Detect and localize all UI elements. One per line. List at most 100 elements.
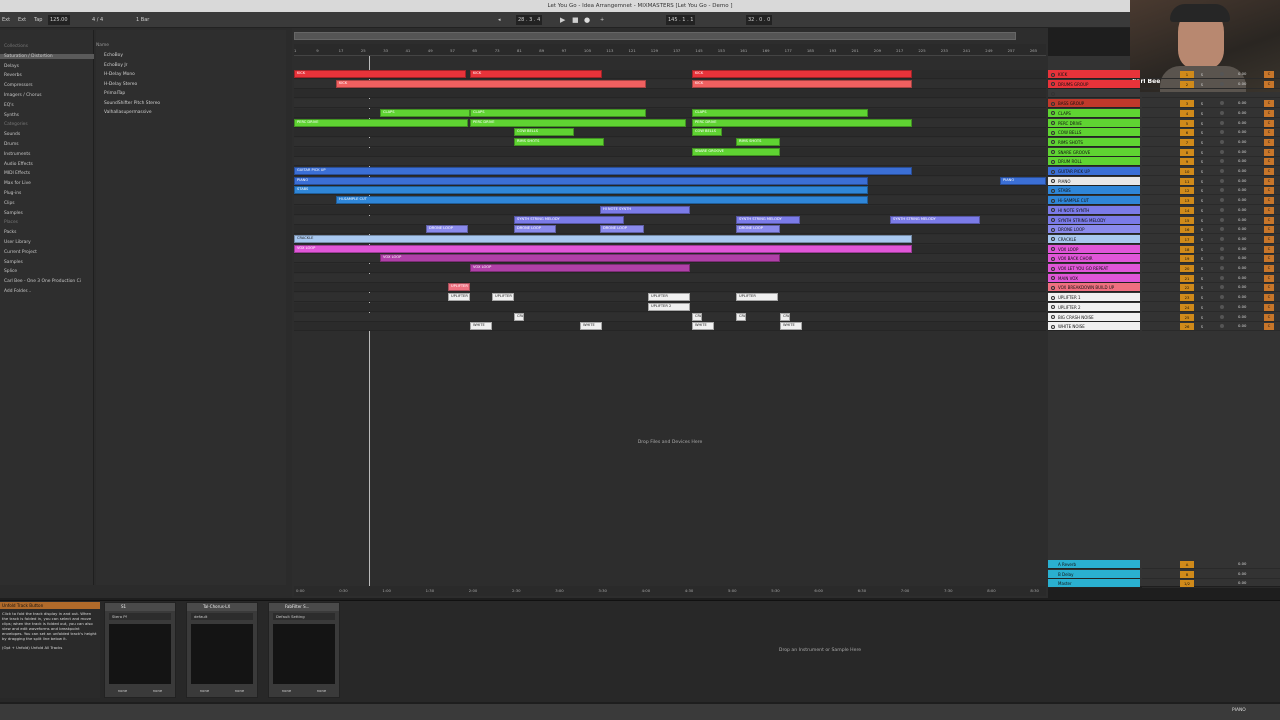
browser-category[interactable]: Delays <box>4 64 19 69</box>
volume-field[interactable]: 0.00 <box>1238 323 1246 328</box>
ext-sync-button[interactable]: Ext <box>2 15 10 25</box>
unfold-track-icon[interactable] <box>1051 82 1055 87</box>
track-activator-button[interactable]: 17 <box>1180 235 1194 243</box>
arm-record-icon[interactable] <box>1220 295 1224 300</box>
arm-record-icon[interactable] <box>1220 72 1224 76</box>
arrangement-clip[interactable]: CRASH <box>692 312 702 321</box>
unfold-track-icon[interactable] <box>1051 256 1055 261</box>
track-activator-button[interactable]: 5 <box>1180 119 1194 127</box>
arrangement-clip[interactable]: RIMS SHOTS <box>514 137 604 146</box>
pan-knob[interactable]: C <box>1264 274 1274 282</box>
tempo-field[interactable]: 125.00 <box>48 15 70 25</box>
arrangement-clip[interactable]: RIMS SHOTS <box>736 137 780 146</box>
arrangement-clip[interactable]: VOX LOOP <box>380 254 780 263</box>
track-header[interactable] <box>1048 89 1140 99</box>
arrangement-clip[interactable]: UPLIFTER <box>492 293 514 302</box>
unfold-track-icon[interactable] <box>1051 159 1055 164</box>
browser-category[interactable]: Samples <box>4 211 23 216</box>
track-activator-button[interactable]: 20 <box>1180 265 1194 272</box>
arrangement-clip[interactable]: WHITE <box>470 322 492 331</box>
browser-category[interactable]: Sounds <box>4 132 20 137</box>
unfold-track-icon[interactable] <box>1051 295 1055 300</box>
arm-record-icon[interactable] <box>1220 285 1224 290</box>
solo-button[interactable]: S <box>1198 120 1206 127</box>
browser-category[interactable]: Plug-ins <box>4 191 21 196</box>
track-header[interactable]: SNARE GROOVE <box>1048 147 1140 157</box>
pan-knob[interactable]: C <box>1264 197 1274 205</box>
volume-field[interactable]: 0.00 <box>1238 571 1246 576</box>
track-header[interactable]: Hi-SAMPLE CUT <box>1048 196 1140 206</box>
return-activator-button[interactable]: A <box>1180 561 1194 568</box>
arm-record-icon[interactable] <box>1220 149 1224 154</box>
track-activator-button[interactable]: 15 <box>1180 216 1194 224</box>
track-header[interactable]: DRUM ROLL <box>1048 157 1140 167</box>
arm-record-icon[interactable] <box>1220 217 1224 222</box>
volume-field[interactable]: 0.00 <box>1238 207 1246 212</box>
pan-knob[interactable]: C <box>1264 245 1274 253</box>
pan-knob[interactable]: C <box>1264 100 1274 108</box>
browser-category[interactable]: User Library <box>4 240 31 245</box>
pan-knob[interactable]: C <box>1264 313 1274 321</box>
unfold-track-icon[interactable] <box>1051 198 1055 203</box>
pan-knob[interactable]: C <box>1264 138 1274 146</box>
device-title[interactable]: FabFilter S... <box>269 603 339 611</box>
macro-select-2[interactable]: none <box>317 688 326 693</box>
ext-label[interactable]: Ext <box>18 15 26 25</box>
track-activator-button[interactable]: 24 <box>1180 303 1194 311</box>
arrangement-clip[interactable]: DRONE LOOP <box>600 225 644 234</box>
unfold-track-icon[interactable] <box>1051 188 1055 193</box>
track-header[interactable]: PERC DRIVE <box>1048 118 1140 128</box>
pan-knob[interactable]: C <box>1264 265 1274 272</box>
browser-category[interactable]: Reverbs <box>4 73 22 78</box>
volume-field[interactable]: 0.00 <box>1238 158 1246 163</box>
track-header[interactable]: MAIN VOX <box>1048 273 1140 283</box>
unfold-track-icon[interactable] <box>1051 305 1055 310</box>
track-header[interactable]: WHITE NOISE <box>1048 322 1140 332</box>
unfold-track-icon[interactable] <box>1051 130 1055 135</box>
arrangement-clip[interactable]: KICK <box>692 79 912 88</box>
pan-knob[interactable]: C <box>1264 323 1274 331</box>
track-activator-button[interactable]: 14 <box>1180 206 1194 214</box>
device-3[interactable]: FabFilter S... Default Setting none none <box>268 602 340 698</box>
unfold-track-icon[interactable] <box>1051 169 1055 174</box>
solo-button[interactable]: S <box>1198 236 1206 243</box>
browser-file-item[interactable]: PrimalTap <box>104 91 125 96</box>
device-title[interactable]: Tal-Chorus-LX <box>187 603 257 611</box>
overdub-icon[interactable]: + <box>600 15 604 25</box>
track-header[interactable]: VOX LOOP <box>1048 244 1140 254</box>
track-activator-button[interactable]: 6 <box>1180 129 1194 137</box>
unfold-track-icon[interactable] <box>1051 150 1055 155</box>
volume-field[interactable]: 0.00 <box>1238 149 1246 154</box>
solo-button[interactable]: S <box>1198 187 1206 194</box>
solo-button[interactable]: S <box>1198 178 1206 185</box>
browser-category[interactable]: Current Project <box>4 250 37 255</box>
browser-file-item[interactable]: SoundShifter Pitch Stereo <box>104 101 160 106</box>
track-header[interactable]: KICK <box>1048 70 1140 79</box>
track-activator-button[interactable]: 10 <box>1180 168 1194 175</box>
track-activator-button[interactable]: 11 <box>1180 177 1194 185</box>
arrangement-clip[interactable]: DRONE LOOP <box>514 225 556 234</box>
browser-category[interactable]: Add Folder... <box>4 289 31 294</box>
arrangement-clip[interactable]: PERC DRIVE <box>470 118 686 127</box>
arm-record-icon[interactable] <box>1220 236 1224 241</box>
browser-category[interactable]: Carl Bee - One 3 One Production Ci <box>4 279 81 284</box>
arm-record-icon[interactable] <box>1220 246 1224 251</box>
arrangement-clip[interactable]: SNARE GROOVE <box>692 147 780 156</box>
loop-length-field[interactable]: 32 . 0 . 0 <box>746 15 773 25</box>
volume-field[interactable]: 0.00 <box>1238 100 1246 105</box>
volume-field[interactable]: 0.00 <box>1238 236 1246 241</box>
solo-button[interactable]: S <box>1198 149 1206 156</box>
volume-field[interactable]: 0.00 <box>1238 197 1246 202</box>
unfold-track-icon[interactable] <box>1051 72 1055 77</box>
track-activator-button[interactable]: 22 <box>1180 284 1194 292</box>
pan-knob[interactable]: C <box>1264 80 1274 88</box>
volume-field[interactable]: 0.00 <box>1238 275 1246 280</box>
pan-knob[interactable]: C <box>1264 119 1274 127</box>
device-preset-select[interactable]: default <box>191 613 253 620</box>
unfold-track-icon[interactable] <box>1051 140 1055 145</box>
arm-record-icon[interactable] <box>1220 198 1224 203</box>
solo-button[interactable]: S <box>1198 275 1206 282</box>
volume-field[interactable]: 0.00 <box>1238 168 1246 173</box>
arrangement-clip[interactable]: KICK <box>692 70 912 78</box>
solo-button[interactable]: S <box>1198 139 1206 146</box>
